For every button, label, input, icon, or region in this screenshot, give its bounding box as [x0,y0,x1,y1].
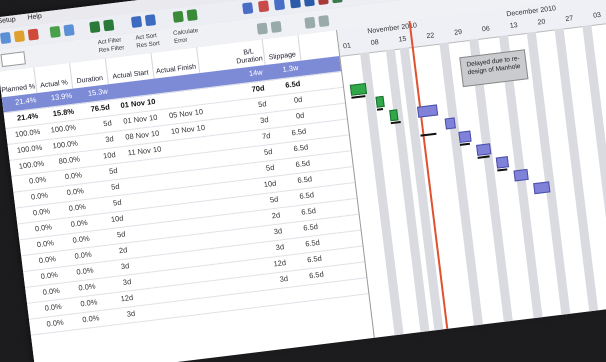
toolbar-icon[interactable] [303,0,315,7]
day-label: 15 [398,35,407,44]
toolbar-icon[interactable] [49,25,61,38]
day-label: 03 [592,11,602,20]
day-label: 13 [509,22,519,30]
project-window: Setup Help Act Filter Res Filter Act Sor… [0,0,606,362]
day-label: 08 [370,39,380,47]
toolbar-icon[interactable] [27,28,39,41]
toolbar-icon[interactable] [144,14,157,27]
toolbar-icon[interactable] [63,24,75,37]
photo-stage: Setup Help Act Filter Res Filter Act Sor… [0,0,606,362]
res-filter-option[interactable]: Res Filter [98,45,124,54]
task-grid: Planned % Actual % Duration Actual Start… [0,30,374,362]
error-option[interactable]: Error [174,37,188,45]
toolbar-icon[interactable] [331,0,343,4]
task-bar[interactable] [495,156,510,169]
task-bar[interactable] [444,117,456,130]
day-label: 29 [453,28,463,37]
baseline-bar [459,142,471,146]
baseline-bar [351,95,366,99]
toolbar-icon[interactable] [130,15,143,28]
task-bar[interactable] [375,95,385,108]
task-bar[interactable] [533,181,551,195]
toolbar-icon[interactable] [304,16,316,29]
menu-help[interactable]: Help [22,11,47,23]
toolbar-icon[interactable] [186,9,198,22]
baseline-bar [376,108,384,111]
toolbar-icon[interactable] [257,0,270,13]
menu-setup[interactable]: Setup [0,15,21,27]
baseline-bar [420,132,437,137]
toolbar-icon[interactable] [242,2,254,15]
toolbar-icon[interactable] [103,19,115,32]
toolbar-icon[interactable] [317,0,329,6]
column-header-bl-duration[interactable]: B/L Duration [232,39,266,69]
toolbar-icon[interactable] [89,20,101,34]
task-bar[interactable] [389,109,399,122]
task-bar[interactable] [458,130,472,143]
day-label: 27 [565,15,574,24]
day-label: 06 [481,25,491,34]
toolbar-icon[interactable] [318,15,330,28]
toolbar-icon[interactable] [172,10,184,23]
day-label: 20 [537,18,546,27]
res-sort-option[interactable]: Res Sort [136,41,160,50]
toolbar-icon[interactable] [289,0,301,9]
task-bar[interactable] [513,168,529,182]
toolbar-icon[interactable] [270,20,282,33]
toolbar-icon[interactable] [273,0,286,11]
toolbar-icon[interactable] [13,30,26,43]
gantt-chart: November 2010 December 2010 01 08 15 22 29 06… [336,0,606,338]
task-bar[interactable] [476,143,492,156]
task-bar[interactable] [416,104,439,118]
delay-callout: Delayed due to re-design of Manhole [459,49,529,88]
toolbar-icon[interactable] [256,22,268,35]
outline-dropdown[interactable] [0,51,26,68]
day-label: 22 [426,32,435,41]
baseline-bar [497,168,508,172]
task-bar[interactable] [349,82,368,96]
day-label: 01 [342,42,352,51]
calculate-option[interactable]: Calculate [173,28,199,37]
toolbar-icon[interactable] [0,31,12,45]
